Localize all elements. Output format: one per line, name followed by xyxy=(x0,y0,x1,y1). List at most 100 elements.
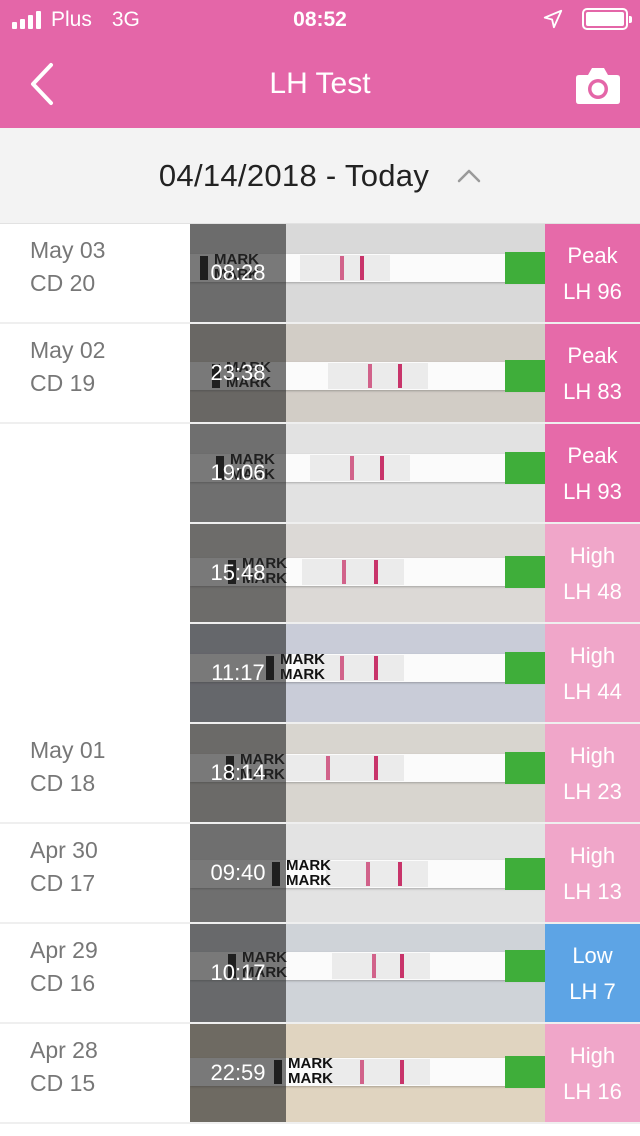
row-cycle-day: CD 15 xyxy=(30,1070,96,1096)
lh-level: Peak xyxy=(567,443,618,468)
lh-result-badge[interactable]: High LH 23 xyxy=(545,724,640,822)
test-time: 22:59 xyxy=(210,1060,266,1085)
strip-window xyxy=(326,861,428,887)
control-line xyxy=(398,364,402,388)
test-line xyxy=(350,456,354,480)
control-line xyxy=(400,954,404,978)
nav-bar: LH Test xyxy=(0,40,640,128)
test-time: 10:17 xyxy=(210,960,266,985)
row-date: Apr 30 xyxy=(30,837,98,863)
test-time: 19:06 xyxy=(210,460,266,485)
strip-mark-label: MARK xyxy=(286,857,331,874)
control-line xyxy=(380,456,384,480)
battery-icon xyxy=(582,8,632,30)
strip-mark-label: MARK xyxy=(286,872,331,889)
camera-button[interactable] xyxy=(570,60,626,110)
strip-handle xyxy=(505,556,545,588)
test-strip-photo[interactable]: MARKMARK18:14 xyxy=(190,724,545,822)
test-line xyxy=(326,756,330,780)
strip-window xyxy=(302,559,404,585)
lh-result-badge[interactable]: High LH 48 xyxy=(545,524,640,622)
lh-value: LH 7 xyxy=(569,979,616,1004)
lh-level: High xyxy=(569,543,616,568)
test-row[interactable]: MARKMARK19:06 Peak LH 93 xyxy=(0,424,640,524)
strip-handle xyxy=(505,1056,545,1088)
lh-result-badge[interactable]: High LH 16 xyxy=(545,1024,640,1122)
test-strip-photo[interactable]: MARKMARK08:28 xyxy=(190,224,545,322)
test-line xyxy=(372,954,376,978)
strip-window xyxy=(310,455,410,481)
test-row[interactable]: May 01 CD 18 MARKMARK18:14 High LH 23 xyxy=(0,724,640,824)
row-date: Apr 28 xyxy=(30,1037,98,1063)
lh-result-badge[interactable]: Peak LH 83 xyxy=(545,324,640,422)
chevron-up-icon xyxy=(457,169,481,182)
test-line xyxy=(342,560,346,584)
lh-result-badge[interactable]: Peak LH 93 xyxy=(545,424,640,522)
lh-level: Peak xyxy=(567,343,618,368)
strip-mark-label: MARK xyxy=(280,651,325,668)
test-row[interactable]: May 03 CD 20 MARKMARK08:28 Peak LH 96 xyxy=(0,224,640,324)
test-strip-photo[interactable]: MARKMARK15:48 xyxy=(190,524,545,622)
test-row[interactable]: Apr 28 CD 15 MARK MARK 22:59 High LH 16 xyxy=(0,1024,640,1124)
lh-level: High xyxy=(569,843,616,868)
row-cycle-day: CD 17 xyxy=(30,870,96,896)
test-strip-photo[interactable]: MARK MARK 09:40 xyxy=(190,824,545,922)
location-arrow-icon xyxy=(543,9,563,29)
lh-result-badge[interactable]: High LH 13 xyxy=(545,824,640,922)
row-divider xyxy=(0,1122,640,1124)
strip-mark-label: MARK xyxy=(288,1055,333,1072)
lh-level: High xyxy=(569,643,616,668)
row-cycle-day: CD 16 xyxy=(30,970,96,996)
strip-handle xyxy=(505,360,545,392)
status-bar: Plus 3G 08:52 xyxy=(0,0,640,40)
row-cycle-day: CD 18 xyxy=(30,770,96,796)
control-line xyxy=(360,256,364,280)
lh-result-badge[interactable]: High LH 44 xyxy=(545,624,640,722)
lh-value: LH 93 xyxy=(563,479,622,504)
test-line xyxy=(360,1060,364,1084)
lh-result-badge[interactable]: Low LH 7 xyxy=(545,924,640,1022)
test-strip-photo[interactable]: MARK MARK 22:59 xyxy=(190,1024,545,1122)
lh-value: LH 48 xyxy=(563,579,622,604)
test-strip-photo[interactable]: MARKMARK23:38 xyxy=(190,324,545,422)
test-row[interactable]: MARKMARK15:48 High LH 48 xyxy=(0,524,640,624)
test-strip-photo[interactable]: MARK MARK 11:17 xyxy=(190,624,545,722)
row-date-column: Apr 30 CD 17 xyxy=(30,834,180,900)
row-date: Apr 29 xyxy=(30,937,98,963)
test-row[interactable]: Apr 29 CD 16 MARKMARK10:17 Low LH 7 xyxy=(0,924,640,1024)
row-cycle-day: CD 20 xyxy=(30,270,96,296)
camera-icon xyxy=(576,68,620,104)
test-time: 15:48 xyxy=(210,560,266,585)
test-line xyxy=(340,656,344,680)
test-line xyxy=(366,862,370,886)
strip-window xyxy=(286,755,404,781)
lh-value: LH 96 xyxy=(563,279,622,304)
lh-value: LH 83 xyxy=(563,379,622,404)
test-strip-photo[interactable]: MARKMARK19:06 xyxy=(190,424,545,522)
strip-handle xyxy=(505,950,545,982)
lh-level: Low xyxy=(572,943,613,968)
control-line xyxy=(374,560,378,584)
test-time: 11:17 xyxy=(211,660,265,685)
test-row[interactable]: Apr 30 CD 17 MARK MARK 09:40 High LH 13 xyxy=(0,824,640,924)
test-line xyxy=(368,364,372,388)
control-line xyxy=(374,756,378,780)
strip-handle xyxy=(505,252,545,284)
strip-mark-label: MARK xyxy=(288,1070,333,1087)
row-date: May 03 xyxy=(30,237,106,263)
test-strip-photo[interactable]: MARKMARK10:17 xyxy=(190,924,545,1022)
test-row[interactable]: May 02 CD 19 MARKMARK23:38 Peak LH 83 xyxy=(0,324,640,424)
strip-handle xyxy=(505,652,545,684)
strip-window xyxy=(320,1059,430,1085)
control-line xyxy=(398,862,402,886)
strip-window xyxy=(300,255,390,281)
row-date: May 01 xyxy=(30,737,106,763)
row-date-column: May 02 CD 19 xyxy=(30,334,180,400)
date-range-selector[interactable]: 04/14/2018 - Today xyxy=(0,128,640,224)
strip-mark-label: MARK xyxy=(280,666,325,683)
test-time: 23:38 xyxy=(210,360,266,385)
lh-value: LH 16 xyxy=(563,1079,622,1104)
test-row[interactable]: MARK MARK 11:17 High LH 44 xyxy=(0,624,640,724)
row-date-column: Apr 28 CD 15 xyxy=(30,1034,180,1100)
lh-result-badge[interactable]: Peak LH 96 xyxy=(545,224,640,322)
